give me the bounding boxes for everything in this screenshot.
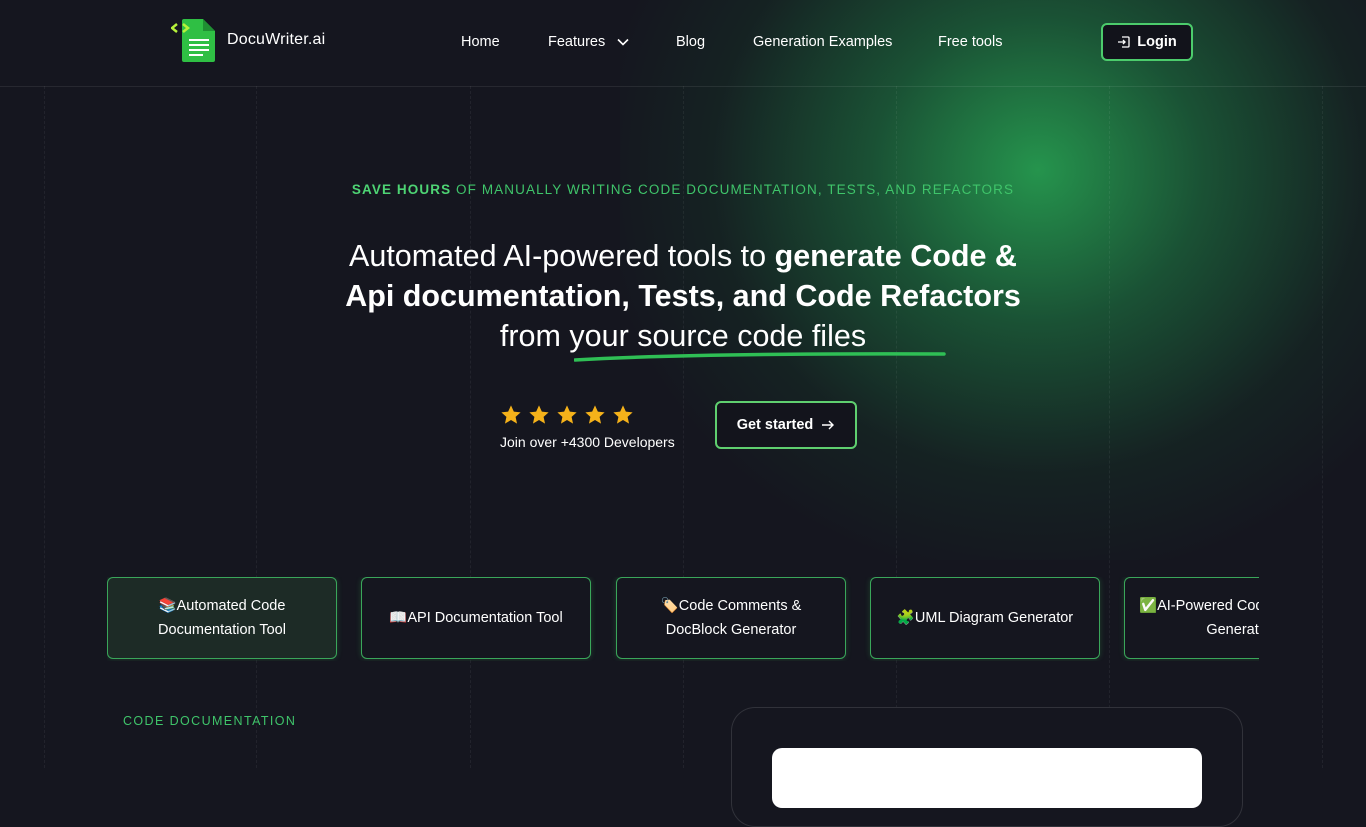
- section-label: CODE DOCUMENTATION: [123, 714, 297, 728]
- star-icon: [557, 405, 577, 424]
- feature-cards: 📚Automated Code Documentation Tool 📖API …: [107, 577, 1259, 661]
- logo[interactable]: DocuWriter.ai: [171, 18, 325, 62]
- arrow-right-icon: [822, 420, 835, 430]
- headline-outro: from your source code files: [499, 319, 867, 353]
- hero-eyebrow: SAVE HOURS OF MANUALLY WRITING CODE DOCU…: [0, 182, 1366, 197]
- books-icon: 📚: [158, 598, 177, 614]
- brand-name: DocuWriter.ai: [227, 31, 326, 48]
- feature-card-label: 📖API Documentation Tool: [389, 610, 563, 626]
- chevron-down-icon: [617, 39, 629, 46]
- feature-card-code-comments[interactable]: 🏷️Code Comments & DocBlock Generator: [616, 577, 846, 659]
- feature-card-api-documentation[interactable]: 📖API Documentation Tool: [361, 577, 591, 659]
- star-icon: [501, 405, 521, 424]
- get-started-button[interactable]: Get started: [715, 401, 857, 449]
- login-label: Login: [1137, 34, 1177, 50]
- feature-card-uml-diagram[interactable]: 🧩UML Diagram Generator: [870, 577, 1100, 659]
- nav-free-tools[interactable]: Free tools: [938, 34, 1002, 50]
- star-icon: [613, 405, 633, 424]
- star-icon: [585, 405, 605, 424]
- document-logo-icon: [171, 19, 215, 62]
- get-started-label: Get started: [736, 417, 814, 433]
- feature-card-test-suite[interactable]: ✅AI-Powered Code Test Suite Generator: [1124, 577, 1259, 659]
- site-header: DocuWriter.ai Home Features Blog Generat…: [0, 0, 1366, 87]
- hero-headline: Automated AI-powered tools to generate C…: [333, 236, 1033, 356]
- feature-card-label: ✅AI-Powered Code Test Suite Generator: [1139, 598, 1259, 638]
- feature-card-code-documentation[interactable]: 📚Automated Code Documentation Tool: [107, 577, 337, 659]
- headline-underline: [574, 352, 946, 362]
- nav-generation-examples[interactable]: Generation Examples: [753, 34, 892, 50]
- check-mark-icon: ✅: [1139, 598, 1158, 614]
- eyebrow-text: OF MANUALLY WRITING CODE DOCUMENTATION, …: [451, 182, 1015, 197]
- feature-card-label: 🏷️Code Comments & DocBlock Generator: [660, 598, 802, 638]
- eyebrow-highlight: SAVE HOURS: [351, 182, 452, 197]
- puzzle-icon: 🧩: [896, 610, 915, 626]
- nav-blog[interactable]: Blog: [676, 34, 705, 50]
- tag-icon: 🏷️: [660, 598, 679, 614]
- rating-stars: [500, 404, 634, 426]
- login-icon: [1118, 36, 1130, 48]
- feature-card-label: 🧩UML Diagram Generator: [896, 610, 1074, 626]
- headline-intro: Automated AI-powered tools to: [349, 239, 775, 273]
- nav-features-label: Features: [548, 34, 606, 50]
- star-icon: [529, 405, 549, 424]
- preview-panel: [772, 748, 1202, 808]
- open-book-icon: 📖: [389, 610, 408, 626]
- login-button[interactable]: Login: [1101, 23, 1193, 61]
- feature-card-label: 📚Automated Code Documentation Tool: [158, 598, 286, 638]
- nav-features[interactable]: Features: [548, 34, 629, 50]
- social-proof-text: Join over +4300 Developers: [500, 434, 675, 450]
- nav-home[interactable]: Home: [461, 34, 500, 50]
